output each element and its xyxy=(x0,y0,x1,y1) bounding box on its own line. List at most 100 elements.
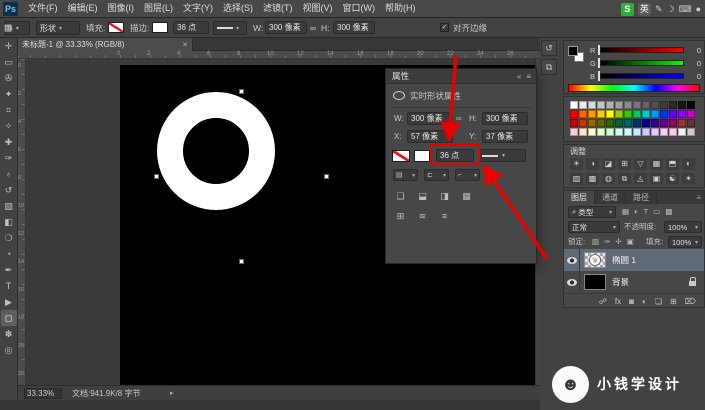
adjustment-icon[interactable]: ◍ xyxy=(602,173,615,185)
color-swatch[interactable] xyxy=(642,110,650,118)
adjustment-icon[interactable]: ▣ xyxy=(650,173,663,185)
distribute-icon[interactable]: ≋ xyxy=(415,210,430,223)
path-selection-tool[interactable]: ▶ xyxy=(1,294,17,310)
color-swatch[interactable] xyxy=(678,128,686,136)
color-swatch[interactable] xyxy=(642,101,650,109)
document-tab[interactable]: 未标题-1 @ 33.33% (RGB/8) ✕ xyxy=(18,38,193,51)
stroke-corner-select[interactable]: ⌐ ▾ xyxy=(455,169,480,181)
panel-tab[interactable]: 图层 xyxy=(564,191,595,204)
adjustment-icon[interactable]: ◐ xyxy=(682,158,695,170)
history-brush-tool[interactable]: ↺ xyxy=(1,182,17,198)
anchor-point[interactable] xyxy=(239,89,244,94)
menu-item[interactable]: 帮助(H) xyxy=(380,0,421,17)
path-combine-icon[interactable]: ❑ xyxy=(393,190,408,203)
color-swatch[interactable] xyxy=(606,119,614,127)
pen-tool[interactable]: ✒ xyxy=(1,262,17,278)
panel-tab[interactable]: 通道 xyxy=(595,191,626,204)
filter-type-icon[interactable]: T xyxy=(644,206,649,218)
properties-panel-header[interactable]: 属性 « ≡ xyxy=(386,69,536,84)
menu-item[interactable]: 滤镜(T) xyxy=(258,0,298,17)
new-group-icon[interactable]: ❏ xyxy=(655,297,662,306)
color-swatch[interactable] xyxy=(615,128,623,136)
color-swatch[interactable] xyxy=(624,119,632,127)
visibility-toggle[interactable] xyxy=(564,271,580,293)
lasso-tool[interactable]: ✇ xyxy=(1,70,17,86)
color-swatch[interactable] xyxy=(678,101,686,109)
info-panel-icon[interactable]: ⧉ xyxy=(541,59,557,75)
channel-slider[interactable] xyxy=(600,47,684,53)
anchor-point[interactable] xyxy=(154,174,159,179)
clone-stamp-tool[interactable]: ♁ xyxy=(1,166,17,182)
path-arrangement-icon[interactable]: ≡ xyxy=(0,21,16,35)
color-swatch[interactable] xyxy=(570,119,578,127)
stroke-style-dropdown[interactable]: ▾ xyxy=(478,149,526,162)
adjustment-icon[interactable]: ⧉ xyxy=(618,173,631,185)
layer-name[interactable]: 背景 xyxy=(612,276,629,288)
anchor-point[interactable] xyxy=(324,174,329,179)
adjustment-icon[interactable]: ⬒ xyxy=(666,158,679,170)
collapse-panel-icon[interactable]: « xyxy=(517,69,521,84)
color-swatch[interactable] xyxy=(570,110,578,118)
menu-item[interactable]: 选择(S) xyxy=(218,0,258,17)
menu-item[interactable]: 图层(L) xyxy=(139,0,178,17)
adjustment-icon[interactable]: ◪ xyxy=(602,158,615,170)
keyboard-icon[interactable]: ⌨ xyxy=(679,3,692,16)
layer-row-ellipse[interactable]: 椭圆 1 xyxy=(564,249,704,271)
link-dimensions-icon[interactable]: ∞ xyxy=(456,112,462,125)
color-swatch[interactable] xyxy=(588,110,596,118)
menu-item[interactable]: 文件(F) xyxy=(23,0,63,17)
color-swatch[interactable] xyxy=(687,110,695,118)
color-swatch[interactable] xyxy=(687,101,695,109)
tool-mode-dropdown[interactable]: 形状 ▾ xyxy=(36,21,80,35)
color-swatch[interactable] xyxy=(633,119,641,127)
x-position-field[interactable]: 57 像素 xyxy=(407,130,453,143)
shape-width-field[interactable]: 300 像素 xyxy=(265,21,307,34)
color-swatch[interactable] xyxy=(660,119,668,127)
align-edges-checkbox[interactable]: ✓ xyxy=(440,23,449,32)
status-expand-icon[interactable]: ▸ xyxy=(170,388,174,399)
path-subtract-icon[interactable]: ⬓ xyxy=(415,190,430,203)
brush-tool[interactable]: ✑ xyxy=(1,150,17,166)
adjustment-icon[interactable]: ⊞ xyxy=(618,158,631,170)
filter-pixel-icon[interactable]: ▦ xyxy=(622,206,629,218)
foreground-color-chip[interactable] xyxy=(568,46,578,56)
type-tool[interactable]: T xyxy=(1,278,17,294)
stroke-color-swatch[interactable] xyxy=(152,22,168,33)
ime-badge-icon[interactable]: S xyxy=(621,3,634,16)
fill-dropdown[interactable]: 100% ▾ xyxy=(668,236,702,248)
healing-brush-tool[interactable]: ✚ xyxy=(1,134,17,150)
channel-value[interactable]: 0 xyxy=(697,46,701,55)
color-swatch[interactable] xyxy=(588,128,596,136)
stroke-style-dropdown[interactable]: ▾ xyxy=(213,21,247,35)
color-swatch[interactable] xyxy=(633,128,641,136)
color-swatch[interactable] xyxy=(651,119,659,127)
link-layers-icon[interactable]: ☍ xyxy=(599,297,607,306)
color-swatch[interactable] xyxy=(633,101,641,109)
path-exclude-icon[interactable]: ▦ xyxy=(459,190,474,203)
new-layer-icon[interactable]: ⊞ xyxy=(670,297,677,306)
adjustment-icon[interactable]: ✶ xyxy=(682,173,695,185)
adjustment-icon[interactable]: ◑ xyxy=(586,158,599,170)
color-swatch[interactable] xyxy=(588,119,596,127)
eraser-tool[interactable]: ▨ xyxy=(1,198,17,214)
link-dimensions-icon[interactable]: ∞ xyxy=(310,18,316,38)
color-swatch[interactable] xyxy=(579,110,587,118)
color-swatch[interactable] xyxy=(579,101,587,109)
adjustment-icon[interactable]: ▩ xyxy=(586,173,599,185)
panel-tab[interactable]: 路径 xyxy=(626,191,657,204)
blur-tool[interactable]: ❍ xyxy=(1,230,17,246)
color-swatch[interactable] xyxy=(624,101,632,109)
new-adjustment-layer-icon[interactable]: ◐ xyxy=(642,297,647,306)
color-swatch[interactable] xyxy=(678,110,686,118)
color-swatch[interactable] xyxy=(660,128,668,136)
zoom-level-field[interactable]: 33.33% xyxy=(24,388,62,399)
move-tool[interactable]: ✛ xyxy=(1,38,17,54)
color-swatch[interactable] xyxy=(669,110,677,118)
channel-value[interactable]: 0 xyxy=(697,72,701,81)
ime-language-toggle[interactable]: 英 xyxy=(638,3,651,16)
add-mask-icon[interactable]: ◙ xyxy=(629,297,634,306)
moon-icon[interactable]: ☽ xyxy=(666,3,674,16)
menu-item[interactable]: 文字(Y) xyxy=(178,0,218,17)
gradient-tool[interactable]: ◧ xyxy=(1,214,17,230)
color-swatch[interactable] xyxy=(660,101,668,109)
